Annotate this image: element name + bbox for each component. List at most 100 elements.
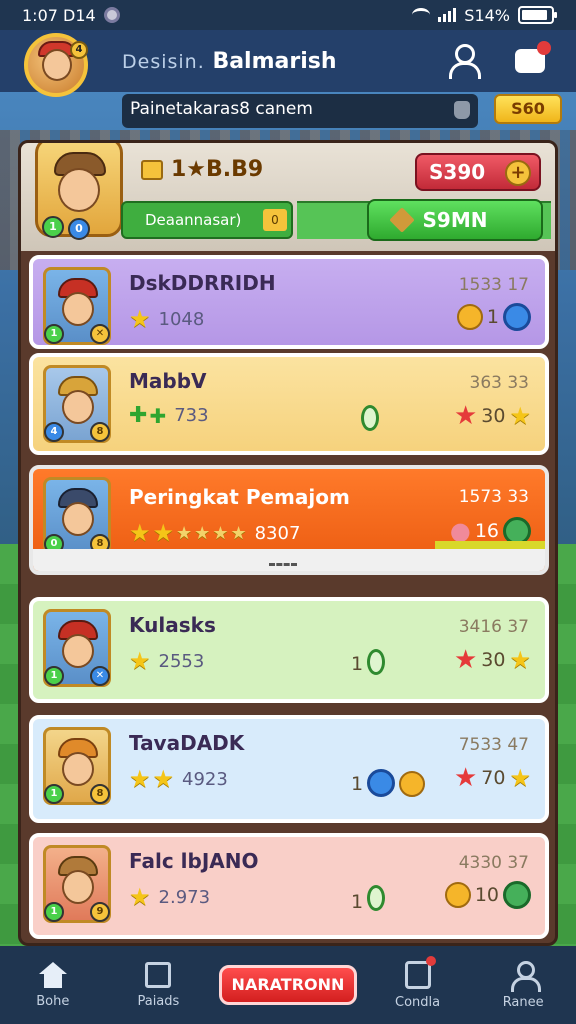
search-input[interactable]: Painetakaras8 canem	[122, 94, 478, 128]
app-header: 4 Desisin. Balmarish	[0, 30, 576, 97]
leaf-icon	[367, 649, 385, 675]
action-button[interactable]: S9MN	[367, 199, 543, 241]
progress-tag: 0	[263, 209, 287, 231]
row-name: TavaDADK	[129, 731, 245, 755]
leaderboard-row[interactable]: 1 ✕ Kulasks 3416 37 ★ 2553 1 ★ 30 ★	[29, 597, 549, 703]
bolt-icon: ✚	[149, 403, 167, 428]
row-avatar: 1 ✕	[43, 267, 111, 345]
row-mid-value: 1	[351, 891, 364, 913]
row-rewards: 10	[444, 881, 531, 909]
battery-percent: S14%	[464, 5, 510, 25]
row-badge-right: 9	[90, 902, 110, 922]
coin-icon	[399, 771, 425, 797]
row-avatar: 1 9	[43, 845, 111, 923]
star-icon: ★	[152, 519, 175, 547]
nav-ranee[interactable]: Ranee	[478, 960, 568, 1010]
leaderboard-row[interactable]: 1 ✕ DskDDRRIDH 1533 17 ★ 1048 1	[29, 255, 549, 349]
row-right-value: 30	[481, 405, 506, 427]
row-points: 1533 17	[458, 275, 529, 295]
signal-icon	[438, 8, 457, 22]
progress-label: Deaannasar)	[145, 211, 242, 229]
leaderboard-row[interactable]: 1 9 Falc lbJANO 4330 37 ★ 2.973 1 10	[29, 833, 549, 939]
row-stars: ★ 2.973	[129, 883, 210, 911]
nav-paiads[interactable]: Paiads	[113, 961, 203, 1009]
blue-coin-icon	[503, 303, 531, 331]
star-icon: ★	[230, 522, 247, 544]
leaderboard-row-highlighted[interactable]: 0 8 Peringkat Pemajom 1573 33 ★ ★ ★ ★ ★ …	[29, 465, 549, 575]
row-avatar: 0 8	[43, 477, 111, 555]
player-avatar[interactable]: 4	[24, 33, 88, 97]
messages-button[interactable]	[508, 39, 552, 83]
star-icon: ★	[129, 765, 151, 793]
row-rewards: ★ 70 ★	[454, 763, 531, 793]
player-portrait[interactable]: 1 0	[35, 143, 123, 240]
nav-home[interactable]: Bohe	[8, 961, 98, 1009]
add-coins-button[interactable]: +	[505, 160, 531, 186]
row-stars: ★ ★ ★ ★ ★ ★ 8307	[129, 519, 300, 547]
page-title-main: Balmarish	[212, 48, 337, 74]
hand-icon	[454, 101, 470, 119]
row-points: 363 33	[469, 373, 529, 393]
gem-icon: ✚	[129, 403, 148, 428]
nav-paiads-label: Paiads	[137, 993, 180, 1009]
progress-bar: Deaannasar) 0	[121, 201, 293, 239]
coin-icon	[141, 159, 163, 180]
star-icon: ★	[129, 647, 151, 675]
coin-balance: 1★B.B9	[141, 157, 263, 182]
row-stars: ★ 1048	[129, 305, 204, 333]
row-points: 1573 33	[458, 487, 529, 507]
leaderboard-row[interactable]: 4 8 MabbV 363 33 ✚ ✚ 733 ★ 30 ★	[29, 353, 549, 455]
blue-coin-icon	[367, 769, 395, 797]
row-avatar: 1 8	[43, 727, 111, 805]
page-title: Desisin. Balmarish	[122, 49, 416, 74]
rank-badge: 0	[68, 218, 90, 240]
battery-icon	[518, 6, 557, 24]
coin-icon	[444, 882, 471, 908]
search-row: Painetakaras8 canem S60	[0, 92, 576, 132]
status-bar: 1:07 D14 S14%	[0, 0, 576, 30]
row-right-value: 70	[481, 767, 506, 789]
row-rewards: ★ 30 ★	[454, 645, 531, 675]
hammer-icon	[389, 207, 415, 233]
drag-handle[interactable]	[269, 563, 297, 567]
row-avatar: 1 ✕	[43, 609, 111, 687]
row-stat: 4923	[182, 768, 228, 790]
row-badge-right: ✕	[90, 324, 110, 344]
row-mid-value: 1	[351, 653, 364, 675]
red-star-icon: ★	[453, 645, 478, 675]
row-rewards: 1	[456, 303, 531, 331]
cta-button[interactable]: NARATRONN	[218, 965, 357, 1005]
profile-button[interactable]	[440, 39, 484, 83]
star-icon: ★	[129, 883, 151, 911]
row-accent	[435, 541, 545, 549]
red-star-icon: ★	[453, 763, 478, 793]
leaderboard-row[interactable]: 1 8 TavaDADK 7533 47 ★ ★ 4923 1 ★ 70 ★	[29, 715, 549, 823]
action-label: S9MN	[422, 208, 488, 232]
row-badge-right: 8	[90, 422, 110, 442]
row-badge-right: ✕	[90, 666, 110, 686]
row-stat: 733	[174, 405, 209, 426]
page-title-prefix: Desisin.	[122, 50, 205, 73]
search-text: Painetakaras8 canem	[130, 99, 313, 119]
leaf-icon	[361, 405, 379, 431]
green-coin-icon	[503, 881, 531, 909]
row-stat: 2.973	[158, 886, 211, 908]
row-badge-left: 1	[44, 902, 64, 922]
row-badge-right: 8	[90, 784, 110, 804]
star-icon: ★	[509, 764, 531, 792]
nav-condla[interactable]: Condla	[373, 955, 463, 1010]
row-points: 3416 37	[458, 617, 529, 637]
row-right-value: 16	[474, 520, 499, 542]
leaderboard-panel: 1 0 1★B.B9 S390 + Deaannasar) 0 S9MN 1 ✕…	[18, 140, 558, 946]
bottom-nav: Bohe Paiads NARATRONN Condla Ranee	[0, 946, 576, 1024]
red-star-icon: ★	[453, 401, 478, 431]
score-pill[interactable]: S390 +	[415, 153, 541, 191]
star-icon: ★	[129, 519, 151, 547]
gold-button[interactable]: S60	[494, 94, 562, 124]
nav-ranee-label: Ranee	[502, 994, 544, 1010]
row-stars: ✚ ✚ 733	[129, 403, 209, 428]
row-mid-value: 1	[351, 773, 364, 795]
row-name: MabbV	[129, 369, 207, 393]
score-value: S390	[429, 160, 486, 184]
row-stat: 8307	[254, 522, 301, 544]
